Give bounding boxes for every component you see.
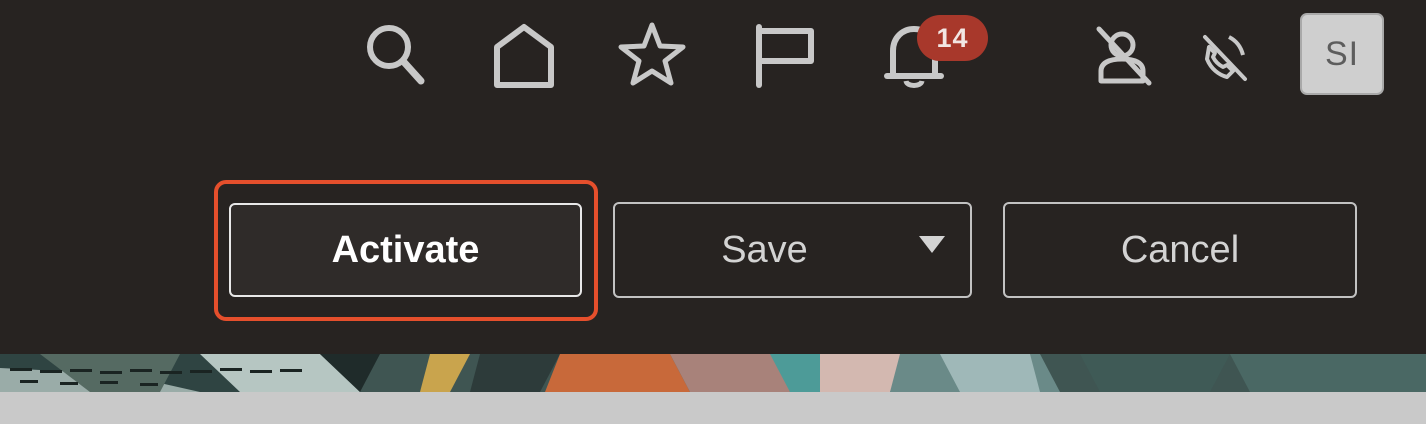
phone-status-button[interactable] [1186,16,1262,92]
decorative-banner [0,354,1426,392]
search-icon [367,25,425,85]
favorites-star-icon [618,22,686,86]
save-button-label: Save [721,228,808,271]
user-unavailable-icon [1096,26,1152,86]
user-avatar[interactable]: SI [1300,13,1384,95]
banner-pattern-image [0,354,1426,392]
phone-muted-icon [1203,35,1247,81]
availability-button[interactable] [1084,16,1160,92]
flag-button[interactable] [744,16,820,92]
home-icon [494,24,554,88]
favorites-button[interactable] [614,16,690,92]
notification-count-badge: 14 [917,15,988,61]
save-dropdown-chevron-icon[interactable] [919,236,945,253]
top-toolbar: 14 SI [0,0,1426,110]
footer-bar [0,392,1426,424]
flag-icon [756,24,814,88]
home-button[interactable] [486,16,562,92]
search-button[interactable] [356,16,432,92]
cancel-button[interactable]: Cancel [1003,202,1357,298]
activate-button[interactable]: Activate [229,203,582,297]
